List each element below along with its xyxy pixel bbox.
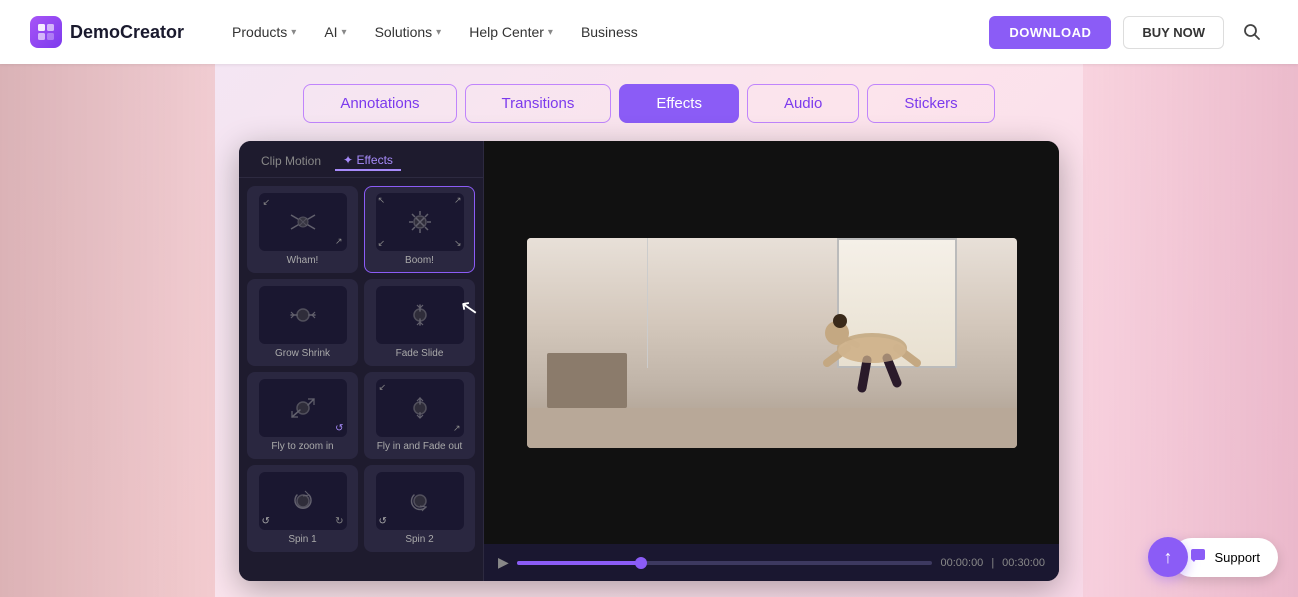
effect-thumb-fly-zoom-in: ↺ [259, 379, 347, 437]
effect-wham[interactable]: ↙ ↗ Wham! [247, 186, 358, 273]
total-time: 00:30:00 [1002, 557, 1045, 569]
effect-thumb-spin2: ↺ [376, 472, 464, 530]
support-label: Support [1214, 550, 1260, 565]
effect-thumb-spin1: ↺ ↻ [259, 472, 347, 530]
effects-tab: ✦ Effects [335, 151, 401, 171]
support-button[interactable]: Support [1172, 538, 1278, 577]
effect-name-fade-slide: Fade Slide [396, 348, 444, 359]
effect-name-fly-zoom-in: Fly to zoom in [271, 441, 333, 452]
effects-grid: ↙ ↗ Wham! ↖ ↗ ↙ ↘ Boom! [239, 178, 483, 560]
progress-bar[interactable] [517, 561, 933, 565]
logo-text: DemoCreator [70, 22, 184, 43]
nav-solutions[interactable]: Solutions ▾ [363, 16, 454, 48]
effect-name-grow-shrink: Grow Shrink [275, 348, 330, 359]
chevron-down-icon: ▾ [291, 27, 296, 38]
effect-fly-fade-out[interactable]: ↙ ↗ Fly in and Fade out [364, 372, 475, 459]
editor-area: Clip Motion ✦ Effects ↙ ↗ Wham! [239, 141, 1059, 581]
download-button[interactable]: DOWNLOAD [989, 16, 1111, 49]
effect-name-spin2: Spin 2 [405, 534, 433, 545]
nav-items: Products ▾ AI ▾ Solutions ▾ Help Center … [220, 16, 989, 48]
tab-audio[interactable]: Audio [747, 84, 859, 123]
play-button[interactable]: ▶ [498, 554, 509, 571]
nav-products[interactable]: Products ▾ [220, 16, 308, 48]
progress-dot [635, 557, 647, 569]
panel-header: Clip Motion ✦ Effects [239, 141, 483, 178]
bg-right-panel [1083, 64, 1298, 597]
effect-thumb-grow-shrink [259, 286, 347, 344]
video-controls: ▶ 00:00:00 | 00:30:00 [484, 544, 1059, 581]
chevron-down-icon: ▾ [436, 27, 441, 38]
nav-ai[interactable]: AI ▾ [312, 16, 358, 48]
search-icon[interactable] [1236, 16, 1268, 48]
video-preview [484, 141, 1059, 544]
effect-name-fly-fade-out: Fly in and Fade out [377, 441, 463, 452]
effect-spin1[interactable]: ↺ ↻ Spin 1 [247, 465, 358, 552]
video-panel: ▶ 00:00:00 | 00:30:00 [484, 141, 1059, 581]
effects-star-icon: ✦ [343, 153, 353, 167]
effect-name-boom: Boom! [405, 255, 434, 266]
tab-transitions[interactable]: Transitions [465, 84, 612, 123]
tab-effects[interactable]: Effects [619, 84, 739, 123]
effect-boom[interactable]: ↖ ↗ ↙ ↘ Boom! [364, 186, 475, 273]
tabs-row: Annotations Transitions Effects Audio St… [303, 84, 994, 123]
nav-business[interactable]: Business [569, 16, 650, 48]
tab-stickers[interactable]: Stickers [867, 84, 994, 123]
effect-name-wham: Wham! [287, 255, 319, 266]
effect-thumb-fade-slide [376, 286, 464, 344]
effect-fade-slide[interactable]: Fade Slide [364, 279, 475, 366]
effect-grow-shrink[interactable]: Grow Shrink [247, 279, 358, 366]
current-time: 00:00:00 [940, 557, 983, 569]
chevron-down-icon: ▾ [548, 27, 553, 38]
bg-left-panel [0, 64, 215, 597]
effects-panel: Clip Motion ✦ Effects ↙ ↗ Wham! [239, 141, 484, 581]
video-frame [527, 238, 1017, 448]
effect-name-spin1: Spin 1 [288, 534, 316, 545]
effect-thumb-boom: ↖ ↗ ↙ ↘ [376, 193, 464, 251]
tab-annotations[interactable]: Annotations [303, 84, 456, 123]
logo[interactable]: DemoCreator [30, 16, 184, 48]
effect-thumb-fly-fade-out: ↙ ↗ [376, 379, 464, 437]
upload-icon: ↑ [1164, 547, 1173, 568]
nav-actions: DOWNLOAD BUY NOW [989, 16, 1268, 49]
upload-button[interactable]: ↑ [1148, 537, 1188, 577]
effect-spin2[interactable]: ↺ Spin 2 [364, 465, 475, 552]
clip-motion-tab[interactable]: Clip Motion [253, 152, 329, 170]
progress-fill [517, 561, 642, 565]
time-separator: | [991, 557, 994, 569]
logo-icon [30, 16, 62, 48]
support-chat-icon [1190, 548, 1206, 567]
navbar: DemoCreator Products ▾ AI ▾ Solutions ▾ … [0, 0, 1298, 64]
effect-fly-zoom-in[interactable]: ↺ Fly to zoom in [247, 372, 358, 459]
nav-help-center[interactable]: Help Center ▾ [457, 16, 565, 48]
buy-now-button[interactable]: BUY NOW [1123, 16, 1224, 49]
chevron-down-icon: ▾ [342, 27, 347, 38]
effect-thumb-wham: ↙ ↗ [259, 193, 347, 251]
